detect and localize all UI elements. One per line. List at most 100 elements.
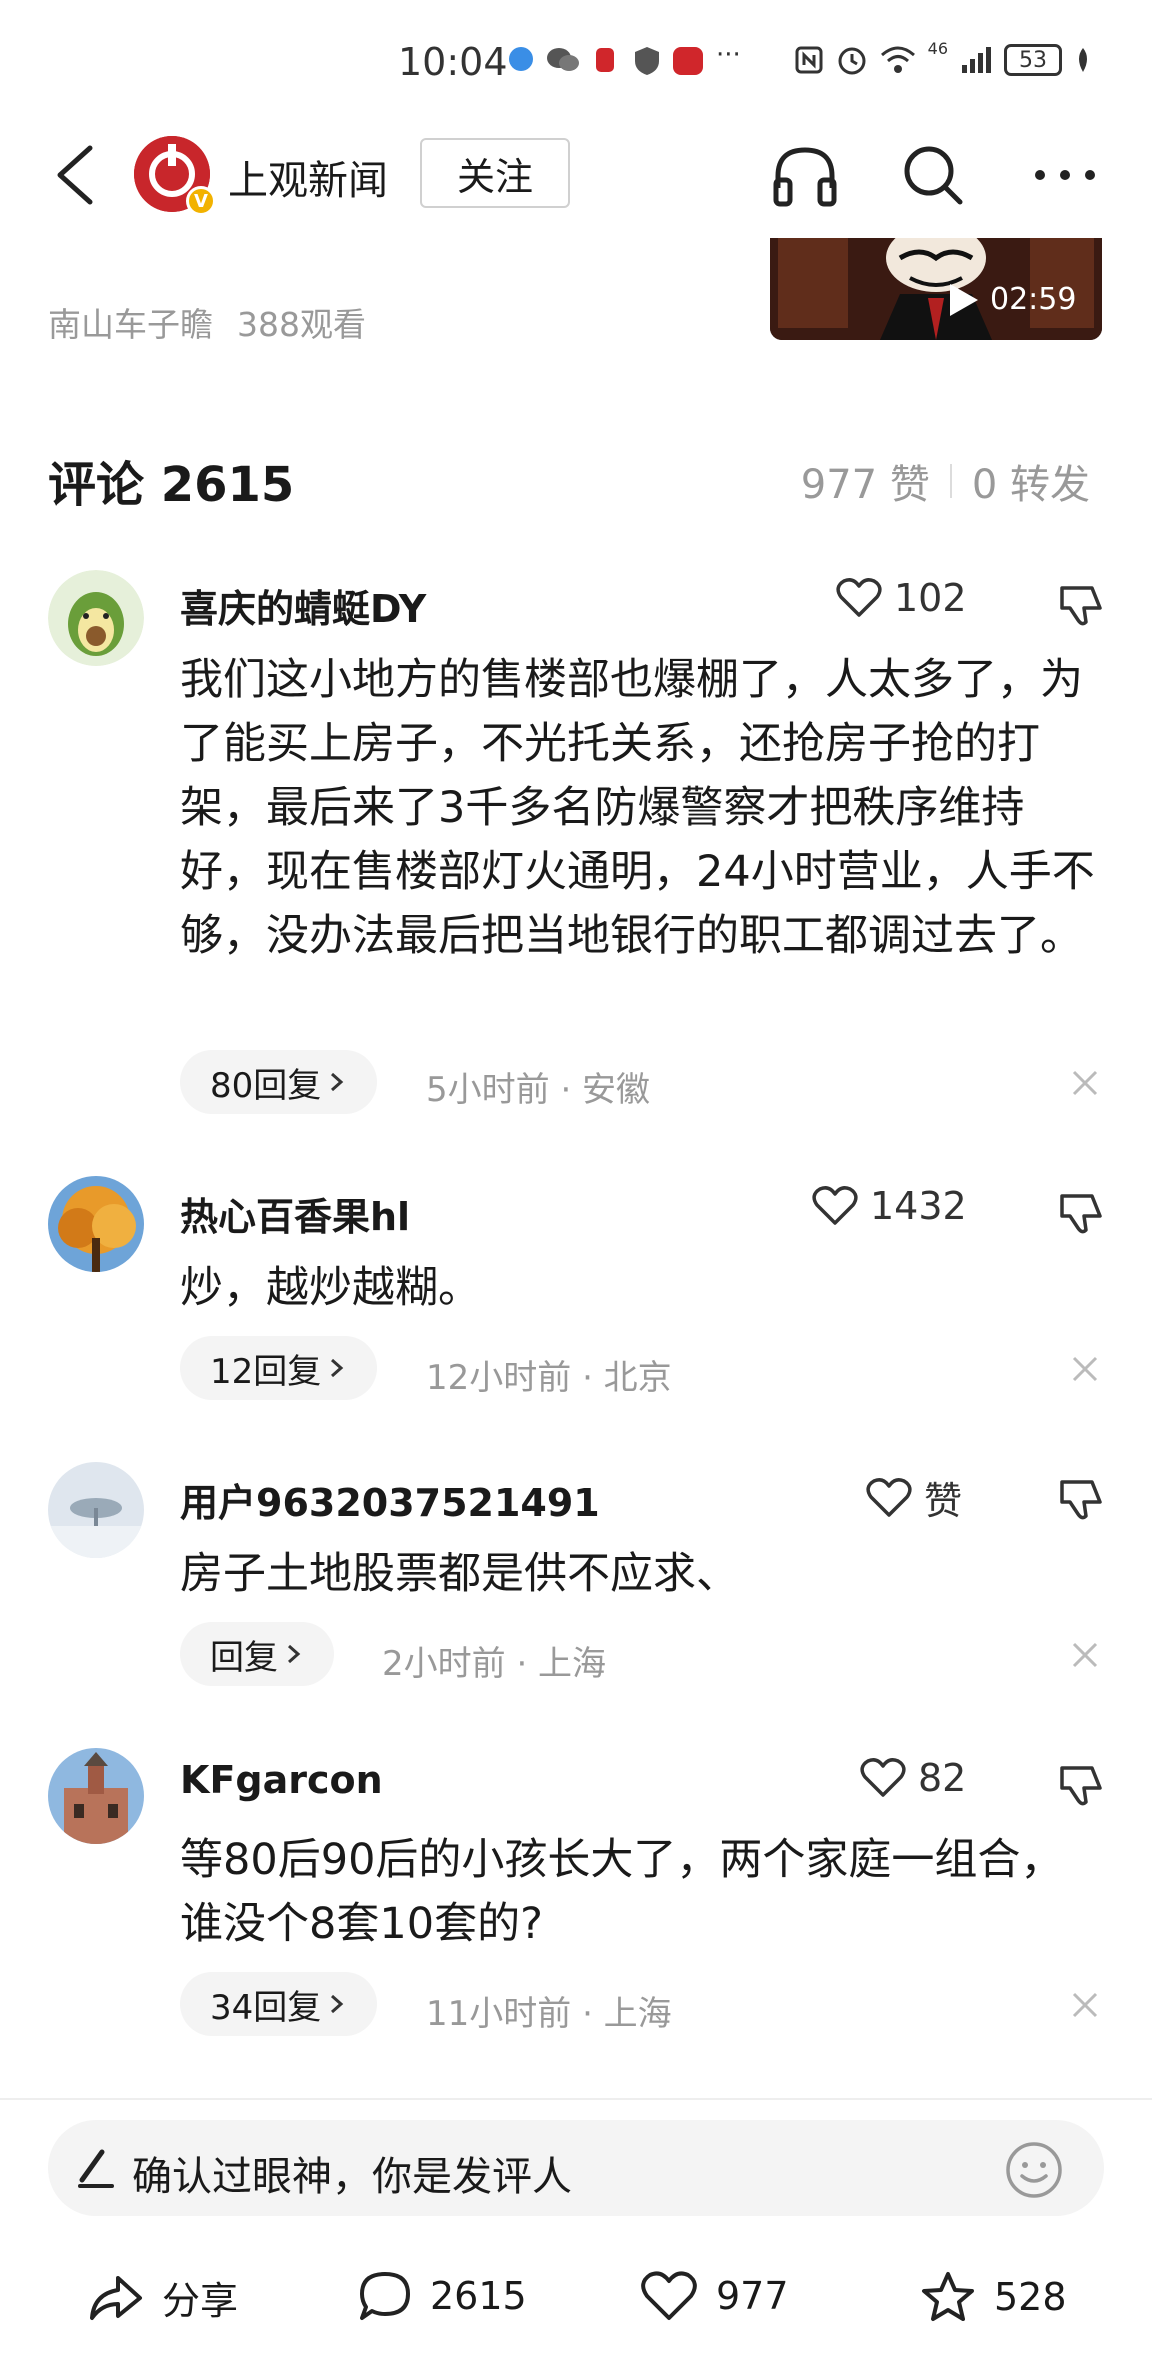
channel-name[interactable]: 上观新闻 [228, 148, 388, 206]
comment-username[interactable]: 喜庆的蜻蜓DY [180, 578, 426, 633]
thumbs-down-icon [1060, 586, 1102, 626]
alarm-icon [838, 47, 866, 75]
comment-count: 2615 [430, 2274, 527, 2318]
dislike-button[interactable] [1058, 1762, 1104, 1808]
video-author: 南山车子瞻 [48, 305, 213, 344]
chevron-left-icon [57, 145, 93, 205]
replies-label: 80回复 [210, 1065, 322, 1106]
video-duration: 02:59 [990, 282, 1077, 317]
status-indicators: 46 53 [794, 39, 1092, 76]
comment-username[interactable]: 用户9632037521491 [180, 1472, 600, 1527]
replies-label: 回复 [210, 1637, 278, 1678]
chevron-right-icon [331, 1072, 344, 1092]
close-icon [1072, 1992, 1098, 2018]
heart-icon [866, 1477, 912, 1517]
comment-meta: 12小时前 · 北京 [426, 1358, 672, 1398]
heart-icon [641, 2271, 697, 2320]
like-count: 82 [918, 1756, 967, 1800]
snow-tree-avatar-icon [48, 1462, 144, 1558]
comment-text: 炒，越炒越糊。 [180, 1263, 481, 1313]
thumbs-down-icon [1060, 1480, 1102, 1520]
dismiss-button[interactable] [1070, 1068, 1100, 1098]
like-count: 102 [894, 576, 967, 620]
smiley-icon [1006, 2142, 1062, 2198]
total-shares: 0 转发 [971, 462, 1090, 508]
comment-username[interactable]: 热心百香果hl [180, 1186, 410, 1241]
replies-button[interactable]: 80回复 [180, 1050, 378, 1114]
like-button[interactable]: 1432 [812, 1184, 967, 1228]
comments-stats: 977 赞 0 转发 [801, 452, 1090, 510]
avatar[interactable] [48, 1176, 144, 1272]
comment-count-button[interactable]: 2615 [358, 2270, 527, 2322]
like-count: 赞 [924, 1479, 963, 1523]
chevron-right-icon [331, 1994, 344, 2014]
avatar[interactable] [48, 570, 144, 666]
favorite-button[interactable]: 528 [920, 2270, 1067, 2324]
avatar[interactable] [48, 1462, 144, 1558]
replies-button[interactable]: 34回复 [180, 1972, 378, 2036]
close-icon [1072, 1642, 1098, 1668]
favorite-count: 528 [994, 2275, 1067, 2319]
replies-label: 34回复 [210, 1987, 322, 2028]
comment-text: 我们这小地方的售楼部也爆棚了，人太多了，为了能买上房子，不光托关系，还抢房子抢的… [180, 655, 1095, 961]
nfc-icon [795, 46, 823, 74]
battery-indicator: 53 [1004, 44, 1062, 76]
play-icon[interactable] [942, 280, 982, 320]
replies-button[interactable]: 回复 [180, 1622, 334, 1686]
news-app-icon [672, 46, 704, 80]
comment-username[interactable]: KFgarcon [180, 1758, 383, 1802]
dismiss-button[interactable] [1070, 1640, 1100, 1670]
like-count: 1432 [870, 1184, 967, 1228]
search-button[interactable] [898, 140, 968, 210]
dismiss-button[interactable] [1070, 1990, 1100, 2020]
leaf-icon [1079, 48, 1087, 72]
signal-icon [962, 47, 991, 73]
wifi-icon [880, 46, 915, 73]
avocado-avatar-icon [48, 570, 144, 666]
like-button[interactable]: 赞 [866, 1470, 962, 1525]
dismiss-button[interactable] [1070, 1354, 1100, 1384]
replies-button[interactable]: 12回复 [180, 1336, 378, 1400]
like-button[interactable]: 102 [836, 576, 967, 620]
divider [949, 464, 952, 498]
close-icon [1072, 1070, 1098, 1096]
chevron-right-icon [288, 1644, 301, 1664]
thumbs-down-icon [1060, 1194, 1102, 1234]
share-button[interactable]: 分享 [88, 2270, 238, 2325]
more-notifications-icon: ··· [716, 40, 741, 70]
status-time: 10:04 [398, 40, 508, 84]
app-notification-icon [508, 46, 534, 76]
heart-icon [860, 1758, 906, 1797]
headphones-icon [773, 147, 837, 207]
listen-button[interactable] [770, 140, 840, 210]
comment-input-placeholder[interactable]: 确认过眼神，你是发评人 [132, 2144, 572, 2202]
star-icon [922, 2272, 974, 2321]
like-article-button[interactable]: 977 [640, 2270, 789, 2322]
total-likes: 977 赞 [800, 462, 930, 508]
share-icon [90, 2275, 142, 2320]
share-label: 分享 [162, 2279, 239, 2323]
verified-badge-icon: V [186, 186, 216, 216]
more-dots-icon [1035, 170, 1095, 180]
shield-icon [634, 46, 660, 80]
thumbs-down-icon [1060, 1766, 1102, 1806]
video-views: 388观看 [237, 305, 366, 344]
comment-meta: 5小时前 · 安徽 [426, 1070, 651, 1110]
close-icon [1072, 1356, 1098, 1382]
follow-button[interactable]: 关注 [420, 138, 570, 208]
more-options-button[interactable] [1030, 150, 1100, 200]
search-icon [904, 146, 963, 205]
castle-avatar-icon [48, 1748, 144, 1844]
avatar[interactable] [48, 1748, 144, 1844]
dislike-button[interactable] [1058, 1476, 1104, 1522]
emoji-button[interactable] [1004, 2140, 1064, 2200]
replies-label: 12回复 [210, 1351, 322, 1392]
alert-icon [594, 46, 616, 78]
comment-meta: 2小时前 · 上海 [382, 1644, 607, 1684]
like-button[interactable]: 82 [860, 1756, 966, 1800]
dislike-button[interactable] [1058, 1190, 1104, 1236]
back-button[interactable] [40, 140, 110, 210]
network-type: 46 [927, 38, 948, 58]
dislike-button[interactable] [1058, 582, 1104, 628]
autumn-tree-avatar-icon [48, 1176, 144, 1272]
